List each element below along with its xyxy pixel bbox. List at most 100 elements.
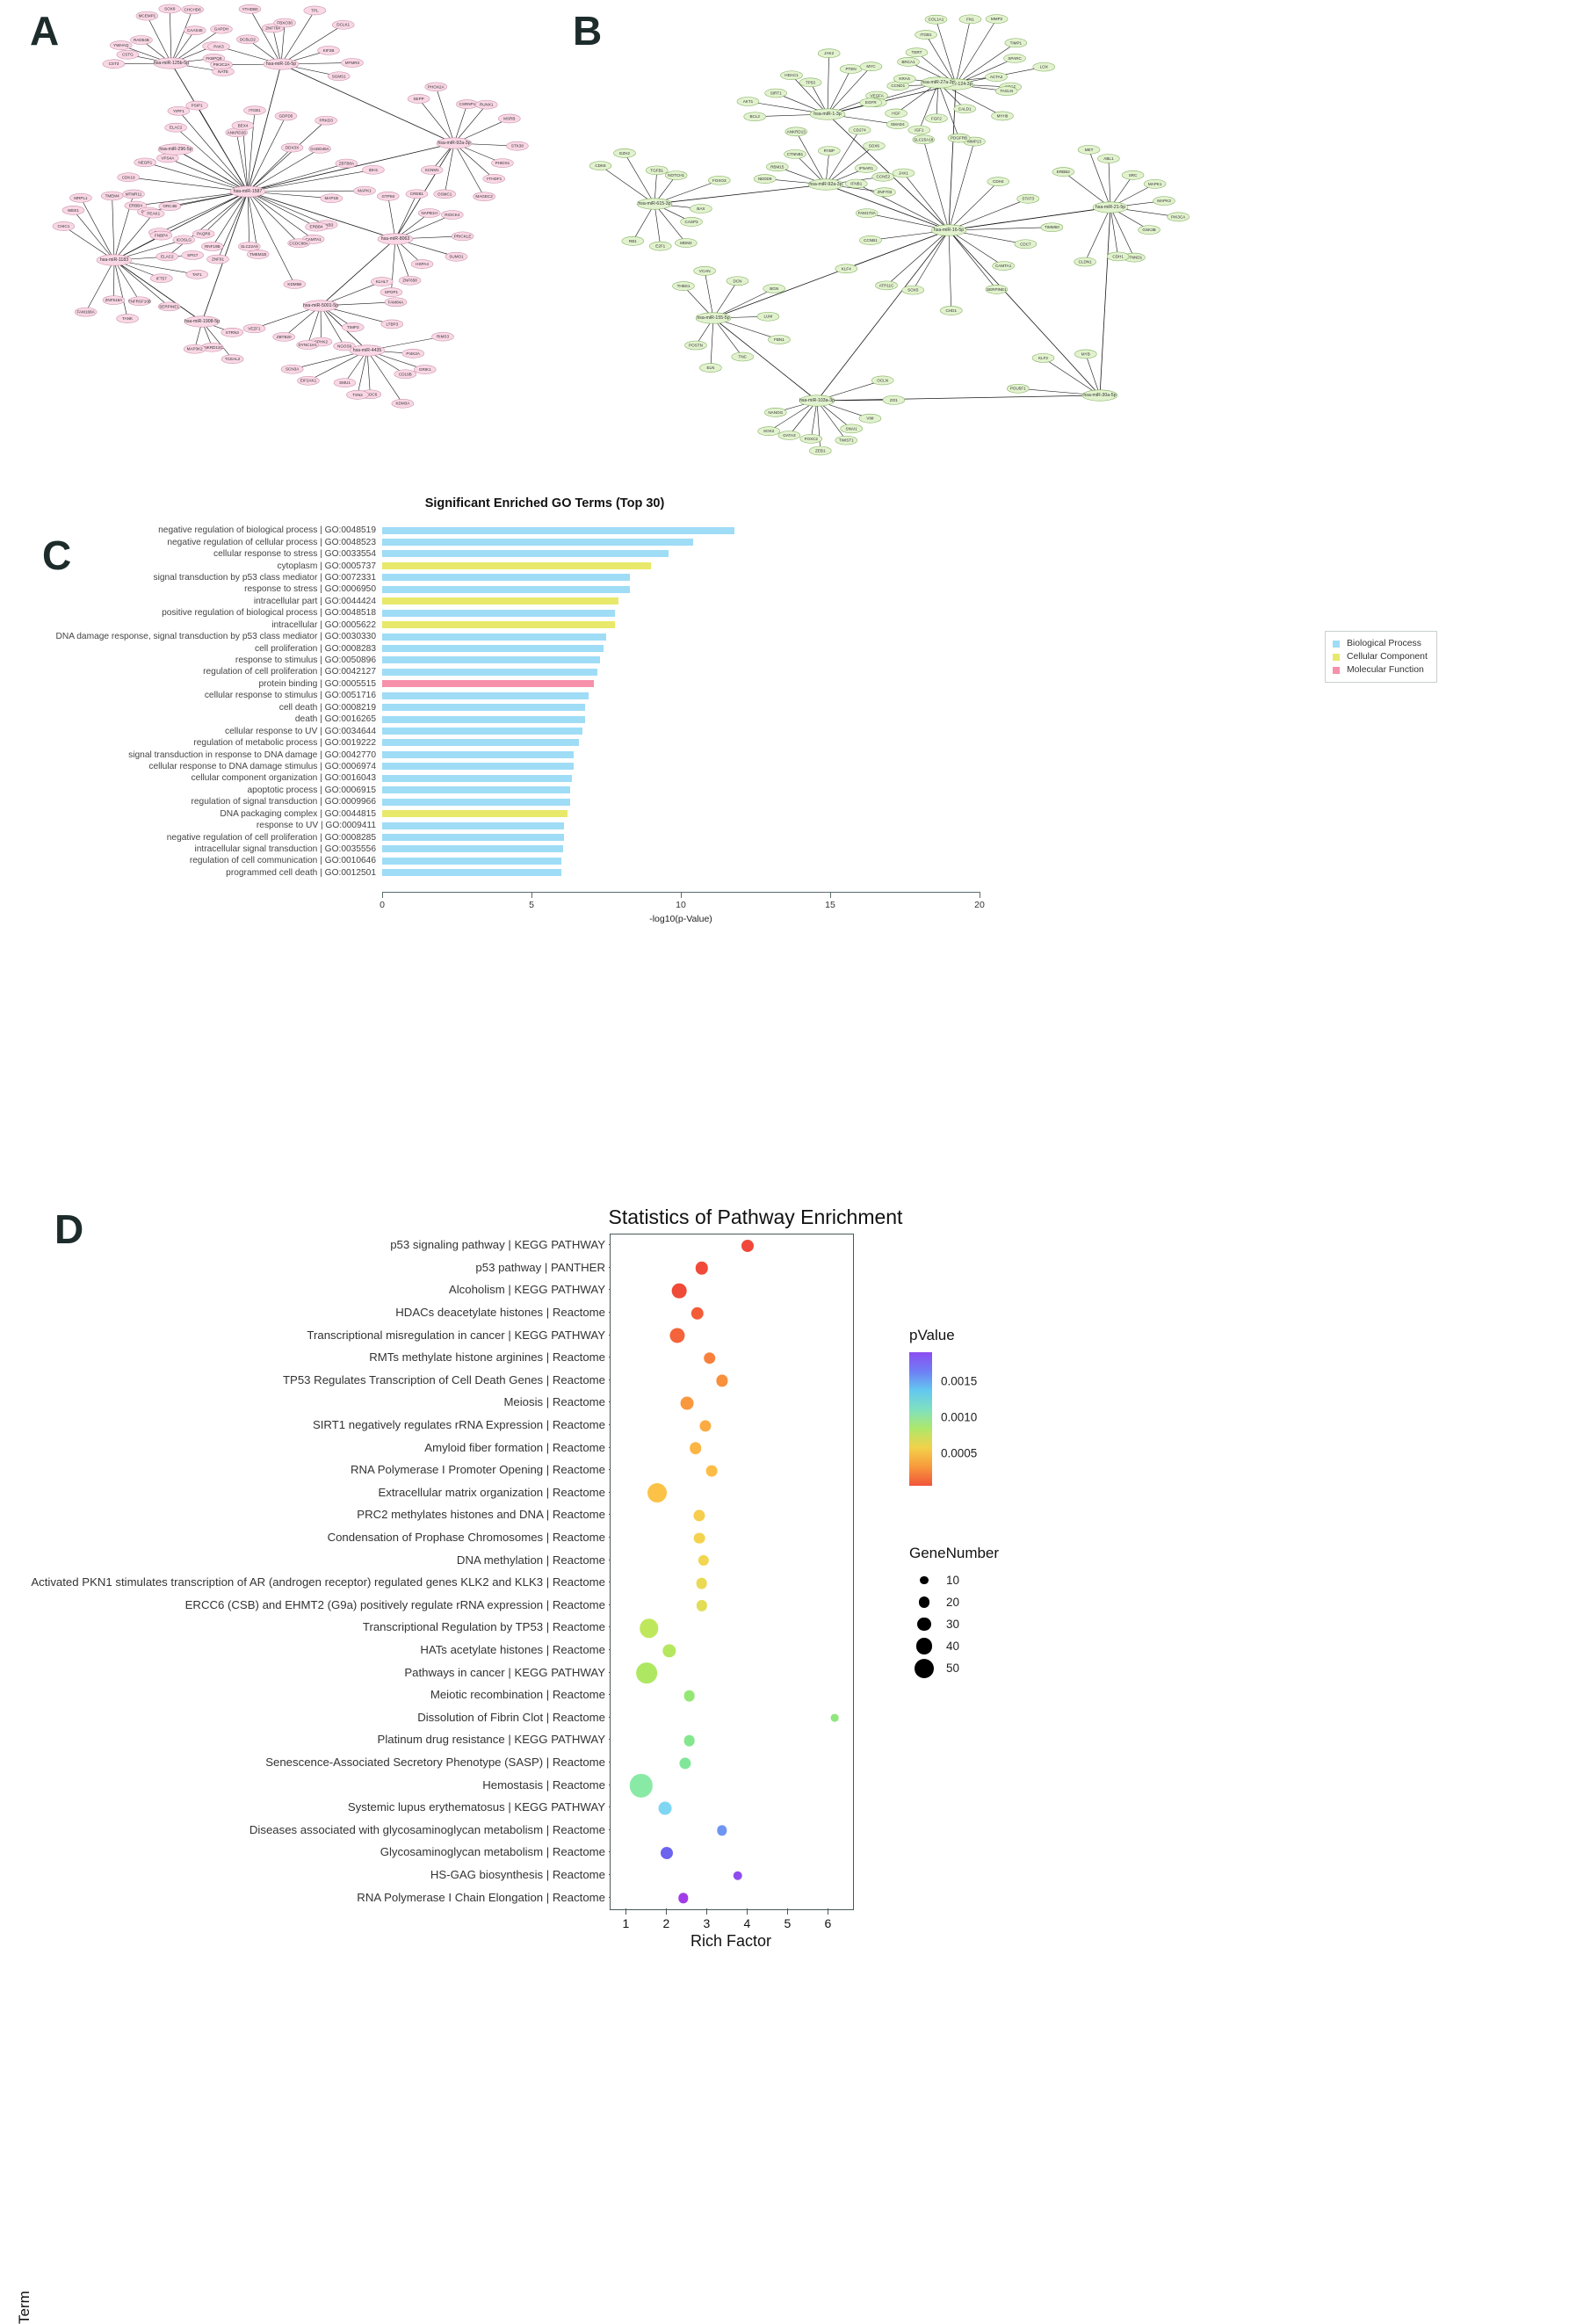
- network-node[interactable]: MYB: [1074, 350, 1096, 358]
- network-node[interactable]: SRC: [1122, 170, 1144, 179]
- network-node[interactable]: SOX2: [758, 427, 780, 436]
- pathway-dot[interactable]: [716, 1375, 727, 1386]
- network-node[interactable]: GSK3B: [1139, 226, 1160, 235]
- network-node[interactable]: hsa-miR-16-5p: [931, 225, 966, 235]
- network-node[interactable]: STAT3: [1017, 194, 1039, 203]
- network-node[interactable]: hsa-miR-125b-5p: [154, 58, 189, 69]
- pathway-dot[interactable]: [681, 1397, 694, 1410]
- network-node[interactable]: VCAN: [694, 266, 716, 275]
- network-node[interactable]: ERBB4: [306, 222, 328, 231]
- network-node[interactable]: HSPA4: [411, 260, 433, 269]
- network-node[interactable]: TANK: [117, 315, 139, 323]
- network-node[interactable]: SEPP: [408, 94, 430, 103]
- pathway-dot[interactable]: [694, 1532, 705, 1544]
- network-node[interactable]: hsa-miR-92a-3p: [808, 179, 843, 190]
- network-node[interactable]: FOXO3: [708, 176, 730, 185]
- network-node[interactable]: MCEMP1: [136, 11, 158, 20]
- pathway-dot[interactable]: [683, 1735, 695, 1747]
- network-node[interactable]: TXN2: [346, 390, 368, 399]
- network-node[interactable]: ZNF518A: [103, 296, 125, 305]
- network-node[interactable]: TAF1: [186, 270, 208, 279]
- network-node[interactable]: EZH2: [614, 148, 636, 157]
- network-node[interactable]: ABL1: [1097, 154, 1119, 163]
- network-node[interactable]: hsa-miR-30a-5p: [1082, 390, 1117, 401]
- network-node[interactable]: MYH9: [991, 112, 1013, 120]
- network-node[interactable]: CDH1: [1107, 252, 1129, 261]
- network-node[interactable]: HGF: [886, 109, 907, 118]
- network-node[interactable]: CLDN1: [1074, 257, 1096, 266]
- network-node[interactable]: CALD1: [954, 105, 976, 113]
- network-node[interactable]: MSRB: [498, 114, 520, 123]
- network-node[interactable]: CD274: [849, 126, 871, 134]
- pathway-dot[interactable]: [696, 1577, 707, 1589]
- network-node[interactable]: DYNC1H1: [297, 340, 319, 349]
- network-node[interactable]: IGF1: [908, 126, 930, 134]
- pathway-dot[interactable]: [640, 1618, 659, 1638]
- network-node[interactable]: SOX8: [159, 4, 181, 13]
- network-node[interactable]: RYBP: [818, 147, 840, 156]
- network-node[interactable]: PTEN: [840, 64, 862, 73]
- network-node[interactable]: hsa-miR-296-5p: [158, 144, 193, 155]
- network-node[interactable]: BEX4: [232, 121, 254, 130]
- pathway-dot[interactable]: [694, 1510, 705, 1521]
- network-node[interactable]: GADD45A: [309, 144, 331, 153]
- network-node[interactable]: EGFR: [860, 98, 882, 107]
- network-node[interactable]: POU5F1: [1007, 384, 1029, 393]
- network-node[interactable]: PAQR6: [192, 229, 214, 238]
- network-node[interactable]: CCNB1: [859, 235, 881, 244]
- network-node[interactable]: DCBLD2: [236, 35, 258, 44]
- network-node[interactable]: SGMS1: [328, 72, 350, 81]
- network-node[interactable]: MAP3K2: [184, 344, 206, 353]
- network-node[interactable]: ZNF658: [399, 276, 421, 285]
- network-node[interactable]: IDH1: [362, 165, 384, 174]
- network-node[interactable]: NEGR1: [134, 158, 156, 167]
- network-node[interactable]: YTHDB0: [239, 4, 261, 13]
- network-node[interactable]: THBS1: [672, 282, 694, 291]
- network-node[interactable]: hsa-miR-103a-3p: [799, 395, 835, 406]
- network-node[interactable]: GATA3: [778, 431, 800, 440]
- network-node[interactable]: TIMP3: [342, 322, 364, 331]
- network-node[interactable]: ANKRD13: [785, 127, 807, 136]
- network-node[interactable]: ELAC2: [165, 123, 187, 132]
- network-node[interactable]: MAGEC2: [474, 192, 495, 201]
- network-node[interactable]: MTMR11: [122, 190, 144, 199]
- network-node[interactable]: RIMS3: [431, 332, 453, 341]
- pathway-dot[interactable]: [734, 1871, 743, 1880]
- network-node[interactable]: ATP11C: [876, 281, 898, 290]
- network-node[interactable]: RIOCK4: [441, 210, 463, 219]
- pathway-dot[interactable]: [717, 1826, 727, 1835]
- network-node[interactable]: SCN3A: [281, 365, 303, 373]
- network-node[interactable]: BRCA1: [898, 57, 920, 66]
- network-node[interactable]: CSTG: [117, 50, 139, 59]
- pathway-dot[interactable]: [700, 1420, 712, 1431]
- network-node[interactable]: LTBP3: [381, 320, 403, 329]
- network-node[interactable]: PHOX2A: [425, 83, 447, 91]
- network-node[interactable]: GDPD5: [275, 112, 297, 120]
- network-node[interactable]: MMP2: [986, 15, 1008, 24]
- network-node[interactable]: TERT: [906, 48, 928, 57]
- network-node[interactable]: MYC: [860, 62, 882, 71]
- network-node[interactable]: OSMC1: [434, 190, 456, 199]
- network-node[interactable]: GRIK1: [414, 366, 436, 374]
- network-node[interactable]: MRPL1: [69, 193, 91, 202]
- network-node[interactable]: hsa-miR-21-5p: [1093, 202, 1128, 213]
- pathway-dot[interactable]: [680, 1757, 691, 1769]
- network-node[interactable]: FAM84A: [385, 298, 407, 307]
- network-node[interactable]: FAM170A: [856, 209, 878, 218]
- network-node[interactable]: CSRNP1: [456, 100, 478, 109]
- network-node[interactable]: hsa-miR-5001-5p: [303, 300, 338, 311]
- network-node[interactable]: STRN3: [221, 328, 243, 337]
- network-node[interactable]: PAK3: [207, 42, 229, 51]
- network-node[interactable]: GAPDH: [210, 25, 232, 33]
- network-node[interactable]: hsa-miR-1183: [97, 255, 132, 265]
- go-legend-item[interactable]: Cellular Component: [1333, 650, 1428, 663]
- network-node[interactable]: CCDC88A: [288, 239, 310, 248]
- network-node[interactable]: hsa-miR-1-3p: [810, 109, 845, 119]
- network-node[interactable]: GTPIM: [377, 192, 399, 200]
- network-node[interactable]: SERPINE1: [986, 285, 1008, 293]
- network-node[interactable]: PEAK1: [142, 209, 164, 218]
- network-node[interactable]: SPOP1: [380, 288, 402, 297]
- network-node[interactable]: RB1: [622, 236, 644, 245]
- network-node[interactable]: CDK6: [589, 162, 611, 170]
- network-node[interactable]: MAPK3: [1153, 197, 1175, 206]
